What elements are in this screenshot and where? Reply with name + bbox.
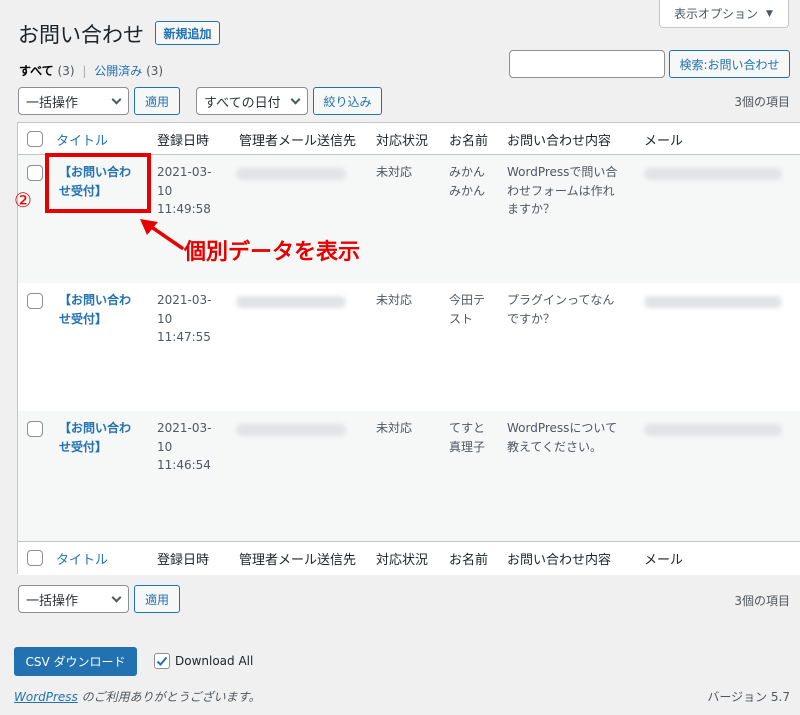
row-day: 10 <box>157 312 173 326</box>
row-content-line2: わせフォームは作れ <box>507 184 615 198</box>
search-input[interactable] <box>509 50 665 78</box>
footer-thanks-text: のご利用ありがとうございます。 <box>77 690 261 704</box>
filter-published-count: (3) <box>146 64 164 78</box>
status-filters: すべて (3) | 公開済み (3) <box>19 62 163 79</box>
row-content-line3: ますか？ <box>507 202 556 216</box>
download-all-checkbox[interactable] <box>154 653 170 669</box>
row-time: 11:49:58 <box>157 202 211 216</box>
row-date: 2021-03- <box>157 421 212 435</box>
column-status: 対応状況 <box>376 134 429 149</box>
download-all-label[interactable]: Download All <box>175 654 253 668</box>
row-day: 10 <box>157 184 173 198</box>
column-email-bottom: メール <box>644 553 684 568</box>
column-name-bottom: お名前 <box>449 553 489 568</box>
row-status: 未対応 <box>376 165 413 179</box>
column-title-bottom[interactable]: タイトル <box>56 549 108 568</box>
redacted-admin-email <box>236 168 346 180</box>
column-content-bottom: お問い合わせ内容 <box>507 553 612 568</box>
date-filter-selected: すべての日付 <box>204 95 281 111</box>
search-button[interactable]: 検索:お問い合わせ <box>669 50 790 78</box>
row-time: 11:46:54 <box>157 458 211 472</box>
row-name-line1: 今田テ <box>449 293 486 307</box>
filter-separator: | <box>82 64 87 78</box>
row-title-line1[interactable]: 【お問い合わ <box>59 291 131 310</box>
item-count-bottom: 3個の項目 <box>734 594 790 608</box>
footer-thanks: WordPress のご利用ありがとうございます。 <box>14 688 260 705</box>
column-title[interactable]: タイトル <box>56 130 108 149</box>
redacted-email <box>644 296 782 308</box>
bulk-action-selected-top: 一括操作 <box>26 95 79 111</box>
row-content-line1: プラグインってなん <box>507 293 615 307</box>
bulk-action-selected-bottom: 一括操作 <box>26 593 79 609</box>
bulk-action-select-bottom[interactable]: 一括操作 <box>18 585 129 613</box>
annotation-text: 個別データを表示 <box>184 240 361 265</box>
chevron-down-icon <box>111 94 122 105</box>
version-text: バージョン 5.7 <box>707 690 790 704</box>
apply-button-top[interactable]: 適用 <box>134 87 180 115</box>
column-name: お名前 <box>449 134 489 149</box>
row-title-line2[interactable]: せ受付】 <box>59 438 107 457</box>
chevron-down-icon <box>290 94 301 105</box>
column-date: 登録日時 <box>157 134 210 149</box>
csv-download-button[interactable]: CSV ダウンロード <box>14 647 137 676</box>
row-time: 11:47:55 <box>157 330 211 344</box>
wordpress-link[interactable]: WordPress <box>14 690 78 704</box>
column-content: お問い合わせ内容 <box>507 134 612 149</box>
redacted-email <box>644 424 782 436</box>
filter-all-count: (3) <box>57 64 75 78</box>
row-status: 未対応 <box>376 293 413 307</box>
bulk-action-select-top[interactable]: 一括操作 <box>18 87 129 115</box>
row-title-line1[interactable]: 【お問い合わ <box>59 419 131 438</box>
row-name-line2: 真理子 <box>449 440 486 454</box>
column-date-bottom: 登録日時 <box>157 553 210 568</box>
row-checkbox[interactable] <box>27 293 43 309</box>
row-checkbox[interactable] <box>27 421 43 437</box>
filter-button[interactable]: 絞り込み <box>313 87 382 115</box>
filter-all[interactable]: すべて <box>19 64 54 78</box>
date-filter-select[interactable]: すべての日付 <box>196 87 308 115</box>
redacted-email <box>644 168 782 180</box>
annotation-arrow-icon <box>140 219 184 250</box>
row-name-line2: スト <box>449 312 474 326</box>
row-checkbox[interactable] <box>27 165 43 181</box>
row-status: 未対応 <box>376 421 413 435</box>
row-day: 10 <box>157 440 173 454</box>
column-status-bottom: 対応状況 <box>376 553 429 568</box>
select-all-checkbox-bottom[interactable] <box>27 550 43 566</box>
column-admin-email-bottom: 管理者メール送信先 <box>239 553 357 568</box>
filter-published[interactable]: 公開済み <box>94 64 142 78</box>
caret-down-icon: ▼ <box>766 8 773 19</box>
row-title-line2[interactable]: せ受付】 <box>59 310 107 329</box>
row-content-line2: 教えてください。 <box>507 440 603 454</box>
row-date: 2021-03- <box>157 165 212 179</box>
column-admin-email: 管理者メール送信先 <box>239 134 357 149</box>
screen-options-button[interactable]: 表示オプション ▼ <box>659 0 789 28</box>
annotation-marker: ② <box>14 188 32 212</box>
column-email: メール <box>644 134 684 149</box>
select-all-checkbox[interactable] <box>27 131 43 147</box>
row-content-line1: WordPressについて <box>507 421 618 435</box>
redacted-admin-email <box>236 424 346 436</box>
row-name-line2: みかん <box>449 184 486 198</box>
add-new-button[interactable]: 新規追加 <box>155 21 220 45</box>
row-date: 2021-03- <box>157 293 212 307</box>
row-name-line1: みかん <box>449 165 486 179</box>
redacted-admin-email <box>236 296 346 308</box>
apply-button-bottom[interactable]: 適用 <box>134 585 180 613</box>
item-count-top: 3個の項目 <box>734 95 790 109</box>
chevron-down-icon <box>111 592 122 603</box>
row-content-line1: WordPressで問い合 <box>507 165 618 179</box>
row-content-line2: ですか？ <box>507 312 556 326</box>
checkmark-icon <box>156 656 168 666</box>
annotation-highlight-box <box>45 153 151 213</box>
page-title: お問い合わせ <box>18 23 144 47</box>
row-name-line1: てすと <box>449 421 486 435</box>
screen-options-label: 表示オプション <box>674 7 759 21</box>
